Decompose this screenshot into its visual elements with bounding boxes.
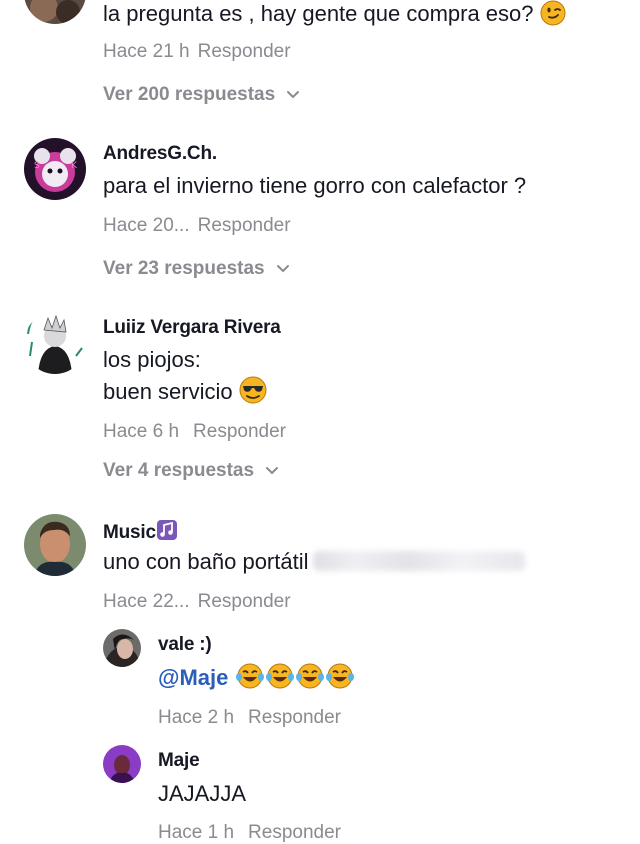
- face-with-tears-of-joy-icon: [235, 662, 265, 699]
- comment-meta: Hace 22... Responder: [103, 591, 291, 613]
- comment-text-content: la pregunta es , hay gente que compra es…: [103, 1, 534, 26]
- comment-username[interactable]: Luiiz Vergara Rivera: [103, 317, 281, 339]
- reply-text: @Maje: [158, 662, 355, 699]
- chevron-down-icon: [287, 90, 300, 99]
- reply-button[interactable]: Responder: [248, 707, 341, 728]
- comment-meta: Hace 20... Responder: [103, 215, 291, 237]
- view-replies-button[interactable]: Ver 23 respuestas: [103, 258, 290, 280]
- timestamp: Hace 20...: [103, 215, 190, 236]
- comment-username[interactable]: Music: [103, 519, 178, 547]
- reply-username[interactable]: vale :): [158, 634, 212, 656]
- avatar[interactable]: [24, 0, 86, 24]
- reply-meta: Hace 1 h Responder: [158, 822, 341, 844]
- reply-button[interactable]: Responder: [248, 822, 341, 843]
- musical-note-emoji-icon: [156, 519, 178, 547]
- view-replies-label: Ver 23 respuestas: [103, 258, 265, 279]
- comment-username[interactable]: AndresG.Ch.: [103, 143, 217, 165]
- reply-button[interactable]: Responder: [198, 591, 291, 612]
- avatar[interactable]: [103, 629, 141, 667]
- avatar[interactable]: [24, 312, 86, 374]
- reply-text: JAJAJJA: [158, 781, 247, 806]
- chevron-down-icon: [276, 264, 289, 273]
- winking-face-emoji-icon: [540, 0, 566, 35]
- face-with-tears-of-joy-icon: [295, 662, 325, 699]
- avatar[interactable]: S K: [24, 138, 86, 200]
- timestamp: Hace 2 h: [158, 707, 235, 728]
- reply-meta: Hace 2 h Responder: [158, 707, 341, 729]
- view-replies-label: Ver 4 respuestas: [103, 460, 255, 481]
- svg-text:S: S: [34, 161, 40, 171]
- chevron-down-icon: [266, 466, 279, 475]
- comment-meta: Hace 21 h Responder: [103, 41, 291, 63]
- comment-text-content: buen servicio: [103, 379, 233, 404]
- reply-username[interactable]: Maje: [158, 750, 200, 772]
- view-replies-button[interactable]: Ver 4 respuestas: [103, 460, 279, 482]
- reply-button[interactable]: Responder: [198, 41, 291, 62]
- reply-button[interactable]: Responder: [198, 215, 291, 236]
- username-label: Music: [103, 522, 156, 543]
- comment-text-line: buen servicio: [103, 376, 267, 413]
- comment-text-line: los piojos:: [103, 347, 201, 372]
- avatar[interactable]: [103, 745, 141, 783]
- blurred-content: [312, 551, 525, 571]
- mention-link[interactable]: @Maje: [158, 665, 228, 690]
- avatar[interactable]: [24, 514, 86, 576]
- view-replies-label: Ver 200 respuestas: [103, 84, 276, 105]
- timestamp: Hace 6 h: [103, 421, 180, 442]
- timestamp: Hace 21 h: [103, 41, 190, 62]
- laugh-emoji-group: [235, 663, 355, 690]
- view-replies-button[interactable]: Ver 200 respuestas: [103, 84, 300, 106]
- smiling-face-with-sunglasses-icon: [239, 376, 267, 413]
- comment-text: para el invierno tiene gorro con calefac…: [103, 173, 527, 198]
- timestamp: Hace 1 h: [158, 822, 235, 843]
- comment-text: la pregunta es , hay gente que compra es…: [103, 0, 566, 35]
- comment-meta: Hace 6 h Responder: [103, 421, 286, 443]
- face-with-tears-of-joy-icon: [325, 662, 355, 699]
- reply-button[interactable]: Responder: [193, 421, 286, 442]
- comment-text-content: uno con baño portátil: [103, 549, 309, 574]
- timestamp: Hace 22...: [103, 591, 190, 612]
- comment-text: uno con baño portátil: [103, 546, 525, 578]
- face-with-tears-of-joy-icon: [265, 662, 295, 699]
